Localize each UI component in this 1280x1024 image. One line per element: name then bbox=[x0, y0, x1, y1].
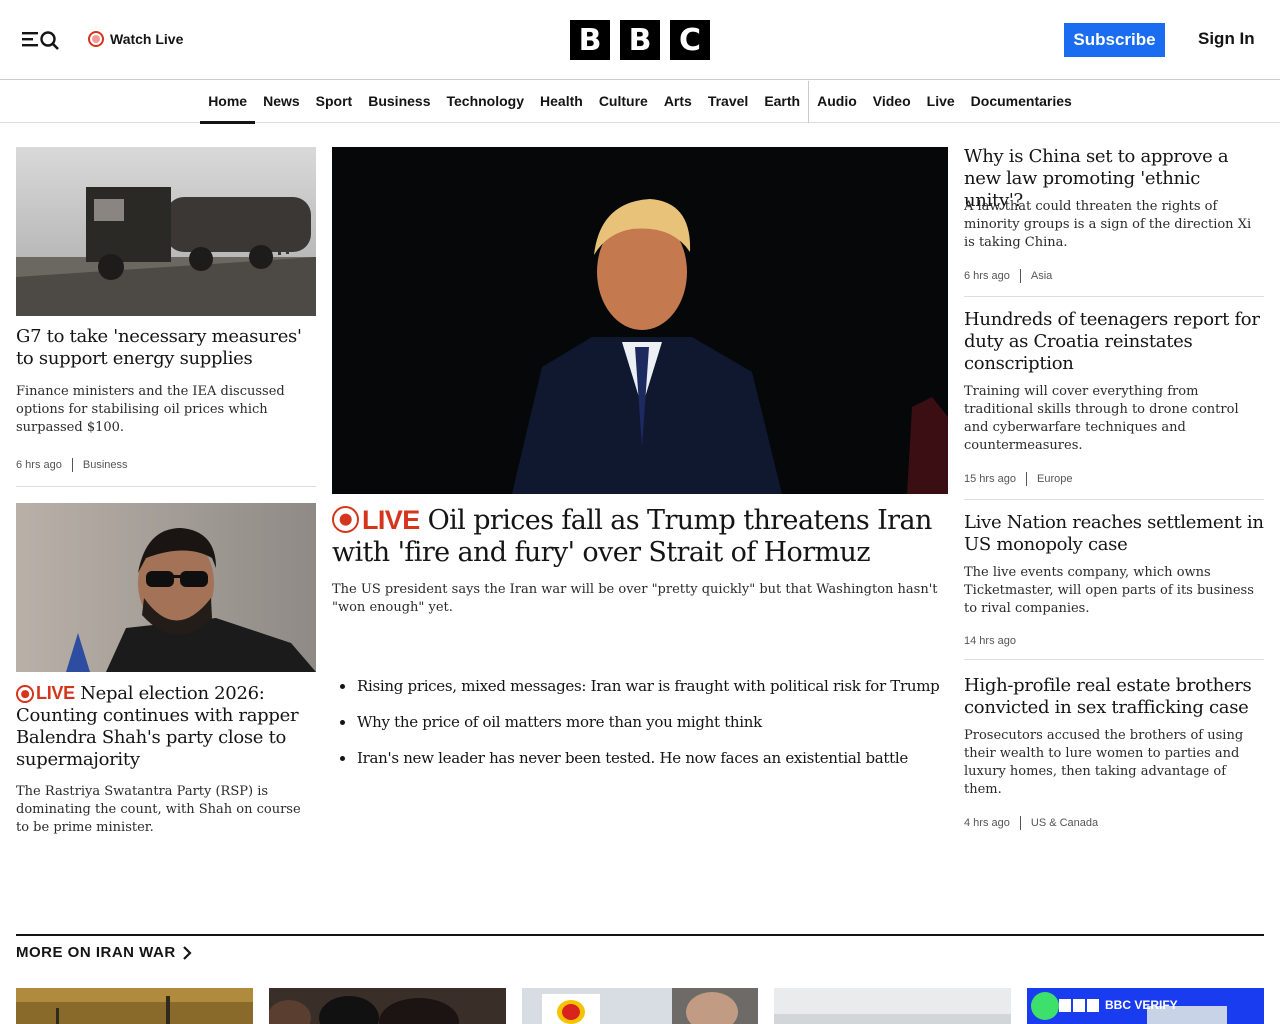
main-navigation: Home News Sport Business Technology Heal… bbox=[0, 81, 1280, 124]
story-tag[interactable]: Asia bbox=[1031, 270, 1052, 282]
menu-search-icon bbox=[22, 31, 59, 50]
chevron-right-icon bbox=[182, 945, 192, 960]
story-nepal: LIVE Nepal election 2026: Counting conti… bbox=[16, 682, 316, 771]
hero-trump-image[interactable] bbox=[332, 147, 948, 494]
site-header: Watch Live B B C Subscribe Sign In bbox=[0, 0, 1280, 80]
meta-divider bbox=[1019, 816, 1021, 830]
hero-headline-text: Oil prices fall as Trump threatens Iran … bbox=[332, 505, 932, 568]
live-record-icon bbox=[88, 31, 104, 47]
story-tag[interactable]: US & Canada bbox=[1031, 817, 1098, 829]
live-icon bbox=[16, 685, 34, 703]
bbc-verify-label: BBC VERIFY bbox=[1105, 998, 1178, 1012]
hero-summary: The US president says the Iran war will … bbox=[332, 582, 938, 615]
bbc-verify-thumbnail[interactable]: BBC VERIFY bbox=[1027, 988, 1264, 1024]
sign-in-link[interactable]: Sign In bbox=[1198, 29, 1255, 49]
more-on-iran-war-link[interactable]: MORE ON IRAN WAR bbox=[16, 944, 192, 961]
story-tag[interactable]: Business bbox=[83, 459, 128, 471]
nav-item-audio[interactable]: Audio bbox=[808, 81, 865, 123]
related-link[interactable]: Iran's new leader has never been tested.… bbox=[340, 748, 950, 768]
story-timestamp: 15 hrs ago bbox=[964, 473, 1016, 485]
logo-letter: C bbox=[670, 20, 710, 60]
balendra-shah-image[interactable] bbox=[16, 503, 316, 672]
story-headline[interactable]: Live Nation reaches settlement in US mon… bbox=[964, 512, 1264, 556]
divider bbox=[964, 296, 1264, 297]
divider bbox=[16, 486, 316, 487]
divider bbox=[964, 499, 1264, 500]
story-headline[interactable]: High-profile real estate brothers convic… bbox=[964, 675, 1264, 719]
iran-war-thumbnail-3[interactable] bbox=[522, 988, 758, 1024]
nav-item-arts[interactable]: Arts bbox=[656, 81, 700, 123]
logo-letter: B bbox=[620, 20, 660, 60]
menu-search-button[interactable] bbox=[20, 28, 64, 52]
hero-headline[interactable]: LIVE Oil prices fall as Trump threatens … bbox=[332, 504, 948, 569]
story-g7: G7 to take 'necessary measures' to suppo… bbox=[16, 326, 316, 370]
story-summary: Training will cover everything from trad… bbox=[964, 384, 1239, 453]
watch-live-link[interactable]: Watch Live bbox=[88, 29, 183, 49]
divider bbox=[964, 659, 1264, 660]
story-meta: 6 hrs ago Business bbox=[16, 458, 316, 472]
subscribe-button[interactable]: Subscribe bbox=[1064, 23, 1165, 57]
meta-divider bbox=[71, 458, 73, 472]
section-title: MORE ON IRAN WAR bbox=[16, 944, 176, 961]
story-summary: A law that could threaten the rights of … bbox=[964, 199, 1252, 250]
story-headline[interactable]: LIVE Nepal election 2026: Counting conti… bbox=[16, 682, 316, 771]
section-divider bbox=[16, 934, 1264, 936]
nav-item-news[interactable]: News bbox=[255, 81, 308, 123]
nav-item-culture[interactable]: Culture bbox=[591, 81, 656, 123]
story-timestamp: 4 hrs ago bbox=[964, 817, 1010, 829]
story-timestamp: 6 hrs ago bbox=[16, 459, 62, 471]
bbc-logo[interactable]: B B C bbox=[570, 20, 710, 60]
meta-divider bbox=[1019, 269, 1021, 283]
story-summary: Prosecutors accused the brothers of usin… bbox=[964, 728, 1244, 797]
story-real-estate: High-profile real estate brothers convic… bbox=[964, 675, 1264, 719]
story-timestamp: 14 hrs ago bbox=[964, 635, 1016, 647]
logo-letter: B bbox=[570, 20, 610, 60]
story-live-nation: Live Nation reaches settlement in US mon… bbox=[964, 512, 1264, 556]
story-tag[interactable]: Europe bbox=[1037, 473, 1072, 485]
live-icon bbox=[332, 506, 359, 533]
story-timestamp: 6 hrs ago bbox=[964, 270, 1010, 282]
story-meta: 14 hrs ago bbox=[964, 635, 1264, 647]
related-links: Rising prices, mixed messages: Iran war … bbox=[340, 676, 950, 784]
story-croatia: Hundreds of teenagers report for duty as… bbox=[964, 309, 1264, 375]
nav-item-live[interactable]: Live bbox=[919, 81, 963, 123]
nav-item-video[interactable]: Video bbox=[865, 81, 919, 123]
nav-item-business[interactable]: Business bbox=[360, 81, 438, 123]
live-label: LIVE bbox=[362, 505, 420, 535]
nav-item-health[interactable]: Health bbox=[532, 81, 591, 123]
nav-item-travel[interactable]: Travel bbox=[700, 81, 756, 123]
related-link[interactable]: Rising prices, mixed messages: Iran war … bbox=[340, 676, 950, 696]
story-headline[interactable]: G7 to take 'necessary measures' to suppo… bbox=[16, 326, 316, 370]
story-meta: 15 hrs ago Europe bbox=[964, 472, 1264, 486]
bbc-verify-badge: BBC VERIFY bbox=[1059, 998, 1178, 1012]
nav-item-earth[interactable]: Earth bbox=[756, 81, 808, 123]
meta-divider bbox=[1025, 472, 1027, 486]
nav-item-sport[interactable]: Sport bbox=[308, 81, 361, 123]
nav-item-home[interactable]: Home bbox=[200, 81, 256, 124]
live-label: LIVE bbox=[36, 683, 75, 703]
related-link[interactable]: Why the price of oil matters more than y… bbox=[340, 712, 950, 732]
story-meta: 6 hrs ago Asia bbox=[964, 269, 1264, 283]
iran-war-thumbnail-4[interactable] bbox=[774, 988, 1011, 1024]
story-summary: Finance ministers and the IEA discussed … bbox=[16, 384, 285, 435]
story-summary: The Rastriya Swatantra Party (RSP) is do… bbox=[16, 784, 301, 835]
story-summary: The live events company, which owns Tick… bbox=[964, 565, 1254, 616]
watch-live-label: Watch Live bbox=[110, 31, 184, 47]
story-headline[interactable]: Hundreds of teenagers report for duty as… bbox=[964, 309, 1264, 375]
iran-war-thumbnail-2[interactable] bbox=[269, 988, 506, 1024]
nav-item-technology[interactable]: Technology bbox=[438, 81, 532, 123]
nav-item-documentaries[interactable]: Documentaries bbox=[963, 81, 1080, 123]
iran-war-thumbnail-1[interactable] bbox=[16, 988, 253, 1024]
story-meta: 4 hrs ago US & Canada bbox=[964, 816, 1264, 830]
burnt-truck-image[interactable] bbox=[16, 147, 316, 316]
